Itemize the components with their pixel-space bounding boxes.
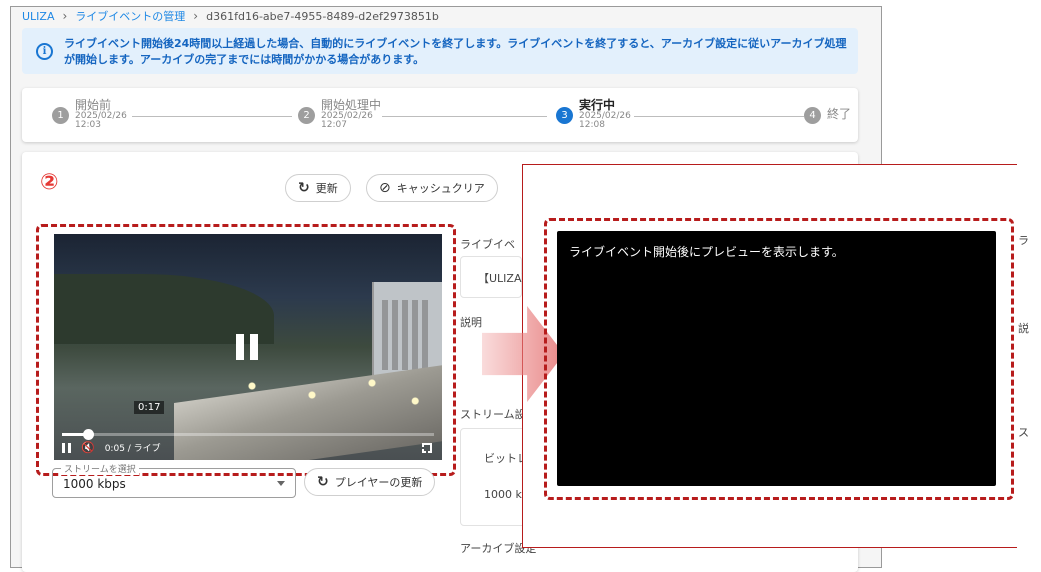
step-label: 開始処理中 (321, 98, 382, 112)
info-icon: i (36, 43, 53, 60)
caret-down-icon (277, 481, 285, 486)
preview-area: ライブイベント開始後にプレビューを表示します。 (557, 231, 996, 486)
pause-icon[interactable] (62, 442, 71, 453)
step-number: 2 (298, 107, 315, 124)
step-connector (382, 116, 547, 117)
step-label: 実行中 (579, 98, 616, 112)
seek-handle[interactable] (83, 429, 95, 440)
video-player[interactable]: 0:17 🔇 0:05 / ライブ (54, 234, 442, 460)
step-label: 終了 (827, 107, 852, 121)
player-refresh-label: プレイヤーの更新 (334, 476, 423, 489)
refresh-icon: ↻ (317, 474, 329, 490)
player-controls: 🔇 0:05 / ライブ (62, 441, 161, 454)
breadcrumb-current: d361fd16-abe7-4955-8489-d2ef2973851b (206, 9, 439, 23)
player-refresh-button[interactable]: ↻ プレイヤーの更新 (304, 468, 436, 496)
breadcrumb: ULIZA › ライブイベントの管理 › d361fd16-abe7-4955-… (22, 8, 439, 24)
breadcrumb-root-link[interactable]: ULIZA (22, 10, 54, 23)
edge-label: ス (1018, 426, 1029, 439)
status-stepper: 1 開始前 2025/02/26 12:03 2 開始処理中 2025/02/2… (22, 88, 858, 142)
stream-settings-label: ストリーム設 (460, 408, 526, 421)
chevron-right-icon: › (193, 9, 199, 23)
stream-select[interactable]: ストリームを選択 1000 kbps (52, 462, 296, 498)
step-4: 4 終了 (804, 98, 851, 124)
event-name-label: ライブイベ (460, 238, 515, 251)
info-alert: i ライブイベント開始後24時間以上経過した場合、自動的にライブイベントを終了し… (22, 28, 858, 74)
step-label: 開始前 (75, 98, 112, 112)
step-1: 1 開始前 2025/02/26 12:03 (52, 98, 127, 130)
step-time: 12:08 (579, 120, 605, 130)
step-number: 3 (556, 107, 573, 124)
edge-label: 説 (1018, 322, 1029, 335)
step-time: 12:07 (321, 120, 347, 130)
mute-icon[interactable]: 🔇 (81, 441, 95, 454)
refresh-label: 更新 (315, 182, 338, 195)
description-label: 説明 (460, 316, 482, 329)
alert-message: ライブイベント開始後24時間以上経過した場合、自動的にライブイベントを終了します… (64, 37, 847, 66)
stream-select-legend: ストリームを選択 (61, 462, 139, 475)
step-2: 2 開始処理中 2025/02/26 12:07 (298, 98, 381, 130)
breadcrumb-parent-link[interactable]: ライブイベントの管理 (75, 8, 185, 24)
step-connector (634, 116, 804, 117)
seek-tooltip: 0:17 (134, 401, 165, 414)
stream-select-value: 1000 kbps (63, 477, 126, 491)
time-display: 0:05 / ライブ (104, 444, 161, 454)
zoom-edge-strip: ラ 説 ス (1017, 164, 1041, 548)
block-icon: ⊘ (379, 180, 391, 196)
fullscreen-icon[interactable] (422, 443, 432, 453)
pause-icon[interactable] (236, 334, 260, 360)
step-3: 3 実行中 2025/02/26 12:08 (556, 98, 631, 130)
refresh-icon: ↻ (298, 180, 310, 196)
step-connector (132, 116, 292, 117)
video-frame-lights (204, 362, 442, 422)
cache-clear-button[interactable]: ⊘ キャッシュクリア (366, 174, 498, 202)
preview-message: ライブイベント開始後にプレビューを表示します。 (569, 245, 844, 259)
step-number: 1 (52, 107, 69, 124)
edge-label: ラ (1018, 234, 1029, 247)
step-time: 12:03 (75, 120, 101, 130)
refresh-button[interactable]: ↻ 更新 (285, 174, 351, 202)
seek-bar[interactable] (62, 433, 434, 436)
chevron-right-icon: › (62, 9, 68, 23)
cache-clear-label: キャッシュクリア (396, 182, 485, 195)
step-number: 4 (804, 107, 821, 124)
annotation-marker: ② (40, 170, 59, 195)
